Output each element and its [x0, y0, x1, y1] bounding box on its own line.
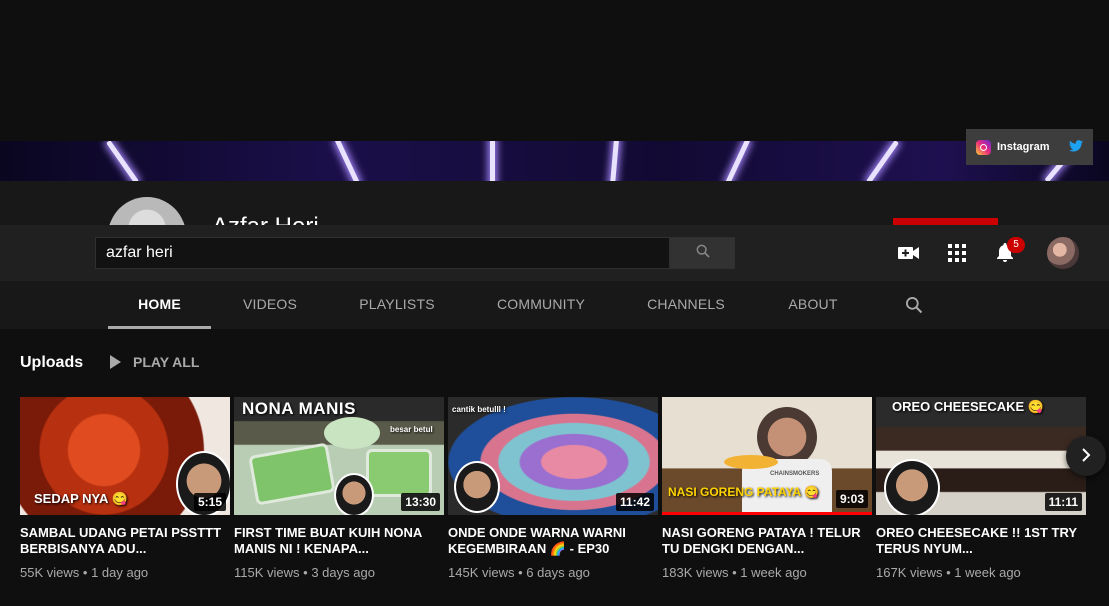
channel-search-icon[interactable]: [904, 295, 924, 320]
instagram-icon[interactable]: [976, 139, 991, 155]
video-duration: 9:03: [835, 490, 868, 508]
video-title[interactable]: SAMBAL UDANG PETAI PSSTTT BERBISANYA ADU…: [20, 525, 230, 557]
kuih-bowl: [324, 417, 380, 449]
notification-count-badge: 5: [1007, 237, 1025, 253]
chevron-right-icon: [1080, 446, 1092, 467]
meta-separator: •: [518, 565, 523, 580]
video-title[interactable]: FIRST TIME BUAT KUIH NONA MANIS NI ! KEN…: [234, 525, 444, 557]
channel-banner: [0, 141, 1109, 181]
video-thumbnail[interactable]: CHAINSMOKERS NASI GORENG PATAYA 😋 9:03: [662, 397, 872, 515]
kuih-tray: [248, 442, 336, 506]
tab-about[interactable]: ABOUT: [778, 281, 848, 329]
play-all-button[interactable]: PLAY ALL: [110, 354, 199, 370]
upload-age: 3 days ago: [311, 565, 375, 580]
section-title[interactable]: Uploads: [20, 354, 83, 372]
upload-age: 1 day ago: [91, 565, 149, 580]
tab-home[interactable]: HOME: [108, 281, 211, 329]
play-icon: [110, 355, 121, 369]
masthead: azfar heri 5: [0, 225, 1109, 281]
video-card[interactable]: SEDAP NYA 😋 5:15 SAMBAL UDANG PETAI PSST…: [20, 397, 230, 580]
video-card[interactable]: cantik betulll ! 11:42 ONDE ONDE WARNA W…: [448, 397, 658, 580]
create-video-icon[interactable]: [897, 241, 921, 265]
thumbnail-overlay-text: cantik betulll !: [452, 405, 506, 414]
creator-face: [454, 461, 500, 513]
view-count: 115K views: [234, 565, 300, 580]
tab-community[interactable]: COMMUNITY: [488, 281, 594, 329]
thumbnail-overlay-text: SEDAP NYA 😋: [34, 491, 128, 506]
meta-separator: •: [946, 565, 951, 580]
video-title[interactable]: NASI GORENG PATAYA ! TELUR TU DENGKI DEN…: [662, 525, 872, 557]
meta-separator: •: [732, 565, 737, 580]
video-meta: 167K views • 1 week ago: [876, 565, 1086, 580]
video-title[interactable]: OREO CHEESECAKE !! 1ST TRY TERUS NYUM...: [876, 525, 1086, 557]
video-duration: 13:30: [401, 493, 440, 511]
upload-age: 1 week ago: [954, 565, 1021, 580]
social-links: Instagram: [966, 129, 1093, 165]
meta-separator: •: [303, 565, 308, 580]
creator-face: [334, 473, 374, 515]
channel-header: Azfar Heri: [0, 181, 1109, 225]
video-meta: 183K views • 1 week ago: [662, 565, 872, 580]
thumbnail-overlay-text: OREO CHEESECAKE 😋: [892, 399, 1044, 414]
upload-age: 1 week ago: [740, 565, 807, 580]
shelf-next-button[interactable]: [1066, 436, 1106, 476]
video-card[interactable]: CHAINSMOKERS NASI GORENG PATAYA 😋 9:03 N…: [662, 397, 872, 580]
search-icon: [695, 243, 711, 264]
tab-videos[interactable]: VIDEOS: [232, 281, 308, 329]
video-title[interactable]: ONDE ONDE WARNA WARNI KEGEMBIRAAN 🌈 - EP…: [448, 525, 658, 557]
thumbnail-overlay-note: besar betul: [390, 425, 433, 434]
twitter-icon[interactable]: [1069, 139, 1083, 155]
meta-separator: •: [82, 565, 88, 580]
kuih-tray: [366, 449, 432, 497]
video-thumbnail[interactable]: NONA MANIS besar betul 13:30: [234, 397, 444, 515]
video-card[interactable]: OREO CHEESECAKE 😋 11:11 OREO CHEESECAKE …: [876, 397, 1086, 580]
upload-age: 6 days ago: [526, 565, 590, 580]
uploads-shelf: Uploads PLAY ALL SEDAP NYA 😋 5:15 SAMBAL…: [0, 329, 1109, 606]
video-thumbnail[interactable]: cantik betulll ! 11:42: [448, 397, 658, 515]
video-meta: 145K views • 6 days ago: [448, 565, 658, 580]
video-card[interactable]: NONA MANIS besar betul 13:30 FIRST TIME …: [234, 397, 444, 580]
nasi-plate: [724, 455, 778, 469]
video-thumbnail[interactable]: SEDAP NYA 😋 5:15: [20, 397, 230, 515]
video-meta: 115K views • 3 days ago: [234, 565, 444, 580]
youtube-channel-page: Instagram Azfar Heri azfar heri 5 HOME V…: [0, 0, 1109, 606]
video-meta: 55K views • 1 day ago: [20, 565, 230, 580]
subscribe-button[interactable]: [893, 218, 998, 225]
creator-face: [884, 459, 940, 515]
channel-avatar[interactable]: [108, 197, 186, 225]
top-empty-area: [0, 0, 1109, 141]
view-count: 145K views: [448, 565, 515, 580]
user-avatar[interactable]: [1047, 237, 1079, 269]
view-count: 183K views: [662, 565, 729, 580]
watched-progress-bar: [662, 512, 872, 515]
channel-name: Azfar Heri: [212, 213, 319, 225]
instagram-link[interactable]: Instagram: [997, 141, 1050, 153]
view-count: 55K views: [20, 565, 80, 580]
video-duration: 11:11: [1044, 493, 1082, 511]
search-button[interactable]: [670, 237, 735, 269]
channel-tabs: HOME VIDEOS PLAYLISTS COMMUNITY CHANNELS…: [0, 281, 1109, 329]
video-duration: 5:15: [193, 493, 226, 511]
tab-channels[interactable]: CHANNELS: [638, 281, 734, 329]
search-input[interactable]: azfar heri: [95, 237, 670, 269]
play-all-label: PLAY ALL: [133, 354, 200, 370]
video-duration: 11:42: [615, 493, 654, 511]
video-thumbnail[interactable]: OREO CHEESECAKE 😋 11:11: [876, 397, 1086, 515]
view-count: 167K views: [876, 565, 943, 580]
thumbnail-overlay-text: NONA MANIS: [242, 399, 356, 418]
shirt-text: CHAINSMOKERS: [770, 471, 820, 477]
apps-grid-icon[interactable]: [945, 241, 969, 265]
thumbnail-overlay-text: NASI GORENG PATAYA 😋: [668, 485, 819, 499]
tab-playlists[interactable]: PLAYLISTS: [350, 281, 444, 329]
